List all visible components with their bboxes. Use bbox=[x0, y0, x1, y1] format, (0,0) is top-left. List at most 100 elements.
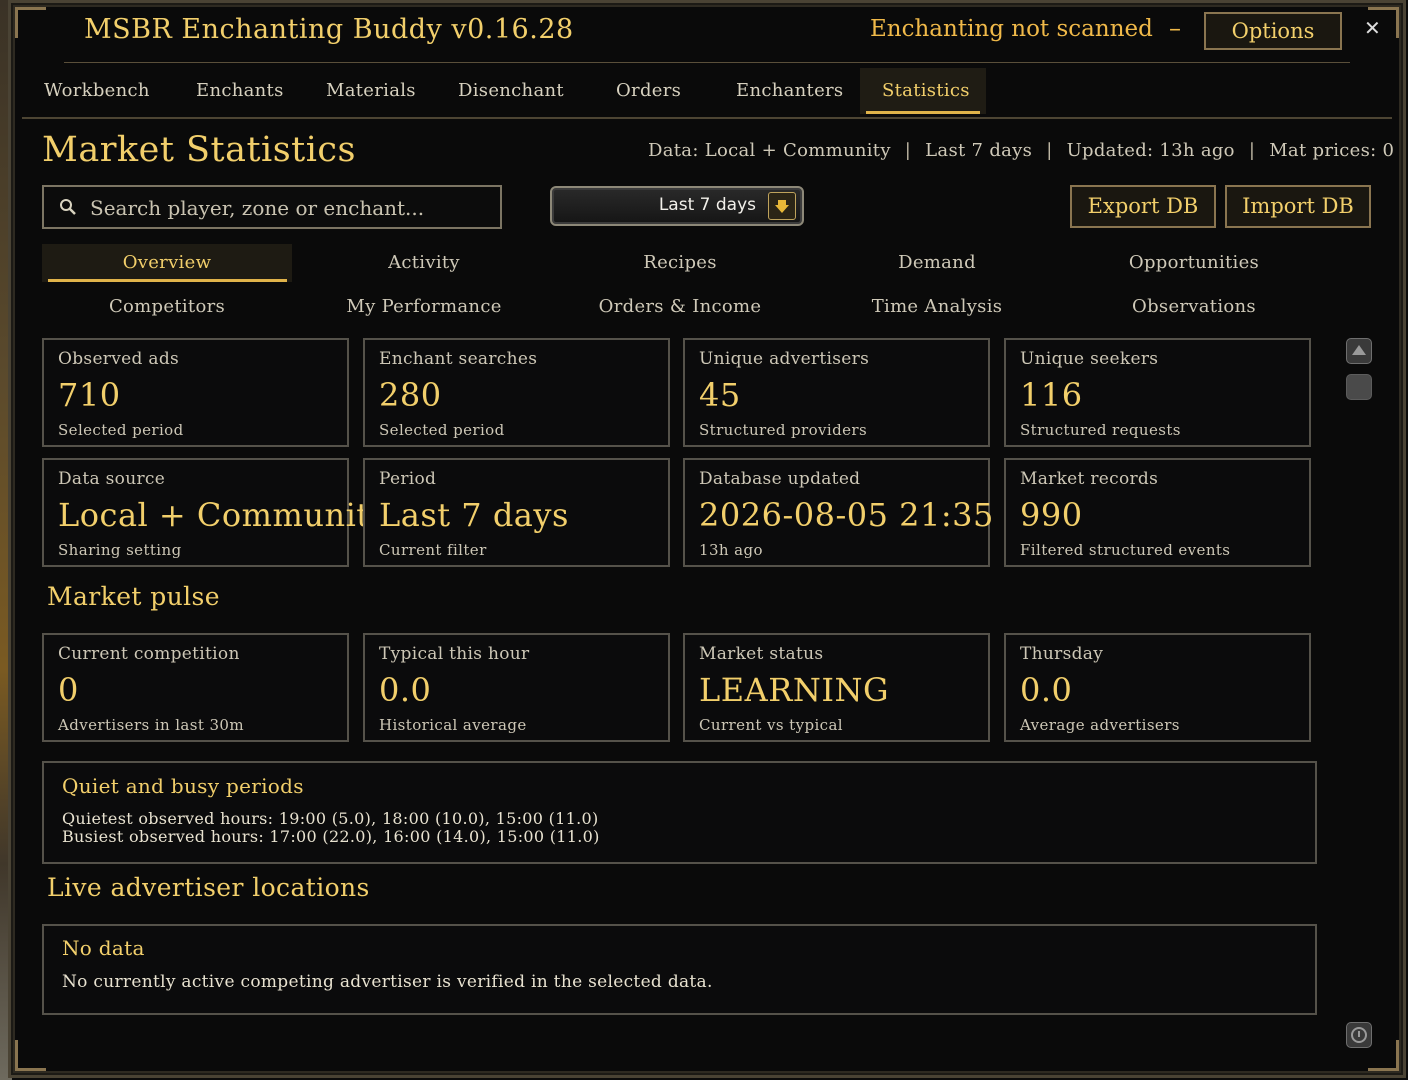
chevron-down-icon[interactable] bbox=[768, 192, 796, 220]
tabs-divider bbox=[22, 117, 1392, 119]
tab-workbench[interactable]: Workbench bbox=[44, 80, 150, 101]
stat-card-unique-seekers: Unique seekers 116 Structured requests bbox=[1004, 338, 1311, 447]
stat-card-sub: Current vs typical bbox=[699, 716, 843, 734]
pulse-card-current-competition: Current competition 0 Advertisers in las… bbox=[42, 633, 349, 742]
subtab-competitors[interactable]: Competitors bbox=[42, 296, 292, 317]
meta-mat-prices: Mat prices: 0 bbox=[1269, 140, 1395, 161]
tab-materials[interactable]: Materials bbox=[326, 80, 416, 101]
stat-card-sub: Historical average bbox=[379, 716, 527, 734]
minimize-button[interactable]: – bbox=[1164, 14, 1186, 42]
stat-card-sub: Selected period bbox=[379, 421, 505, 439]
stat-card-value: 0 bbox=[58, 671, 79, 709]
tab-enchanters[interactable]: Enchanters bbox=[736, 80, 843, 101]
no-data-title: No data bbox=[62, 936, 145, 960]
stat-card-sub: 13h ago bbox=[699, 541, 763, 559]
tab-orders[interactable]: Orders bbox=[616, 80, 681, 101]
quiet-busy-panel: Quiet and busy periods Quietest observed… bbox=[42, 761, 1317, 864]
stat-card-market-records: Market records 990 Filtered structured e… bbox=[1004, 458, 1311, 567]
frame-corner-ornament bbox=[15, 1040, 46, 1071]
main-tab-bar: Workbench Enchants Materials Disenchant … bbox=[22, 68, 1382, 116]
tab-enchants[interactable]: Enchants bbox=[196, 80, 284, 101]
stat-card-value: 990 bbox=[1020, 496, 1083, 534]
scan-status-text: Enchanting not scanned bbox=[870, 16, 1153, 42]
frame-corner-ornament bbox=[1368, 1040, 1399, 1071]
tab-statistics[interactable]: Statistics bbox=[882, 80, 970, 101]
stat-card-sub: Filtered structured events bbox=[1020, 541, 1231, 559]
search-icon bbox=[60, 199, 76, 215]
subtab-time-analysis[interactable]: Time Analysis bbox=[812, 296, 1062, 317]
stat-card-period: Period Last 7 days Current filter bbox=[363, 458, 670, 567]
page-title: Market Statistics bbox=[42, 130, 356, 170]
stat-card-sub: Sharing setting bbox=[58, 541, 182, 559]
scroll-thumb-icon[interactable] bbox=[1346, 374, 1372, 400]
window-title: MSBR Enchanting Buddy v0.16.28 bbox=[84, 14, 574, 45]
market-pulse-heading: Market pulse bbox=[47, 582, 220, 611]
options-button[interactable]: Options bbox=[1204, 12, 1342, 50]
pulse-card-typical-hour: Typical this hour 0.0 Historical average bbox=[363, 633, 670, 742]
stat-card-value: Last 7 days bbox=[379, 496, 569, 534]
meta-updated: Updated: 13h ago bbox=[1066, 140, 1235, 161]
stat-card-sub: Structured providers bbox=[699, 421, 868, 439]
stat-card-label: Typical this hour bbox=[379, 644, 530, 664]
title-divider bbox=[64, 62, 1350, 63]
subtab-my-performance[interactable]: My Performance bbox=[299, 296, 549, 317]
period-dropdown[interactable]: Last 7 days bbox=[550, 186, 804, 226]
subtab-overview[interactable]: Overview bbox=[42, 252, 292, 273]
search-input[interactable] bbox=[88, 193, 492, 223]
close-icon[interactable]: ✕ bbox=[1364, 16, 1381, 40]
data-meta-line: Data: Local + Community | Last 7 days | Upda… bbox=[648, 140, 1394, 161]
stat-card-observed-ads: Observed ads 710 Selected period bbox=[42, 338, 349, 447]
stat-card-value: 45 bbox=[699, 376, 741, 414]
pulse-card-market-status: Market status LEARNING Current vs typica… bbox=[683, 633, 990, 742]
sub-tab-bar: Overview Activity Recipes Demand Opportu… bbox=[42, 242, 1372, 332]
stat-card-enchant-searches: Enchant searches 280 Selected period bbox=[363, 338, 670, 447]
stat-card-value: Local + Community bbox=[58, 496, 389, 534]
subtab-demand[interactable]: Demand bbox=[812, 252, 1062, 273]
stat-card-label: Market status bbox=[699, 644, 824, 664]
meta-separator: | bbox=[1248, 140, 1256, 161]
stat-card-value: 710 bbox=[58, 376, 121, 414]
active-tab-underline bbox=[866, 111, 980, 114]
busiest-hours-text: Busiest observed hours: 17:00 (22.0), 16… bbox=[62, 827, 600, 846]
stat-card-value: 0.0 bbox=[379, 671, 432, 709]
export-db-button[interactable]: Export DB bbox=[1070, 185, 1216, 228]
tab-disenchant[interactable]: Disenchant bbox=[458, 80, 564, 101]
no-data-message: No currently active competing advertiser… bbox=[62, 972, 713, 992]
meta-separator: | bbox=[904, 140, 912, 161]
stat-card-value: 116 bbox=[1020, 376, 1083, 414]
stat-card-label: Thursday bbox=[1020, 644, 1104, 664]
stat-card-label: Market records bbox=[1020, 469, 1159, 489]
pulse-card-weekday: Thursday 0.0 Average advertisers bbox=[1004, 633, 1311, 742]
subtab-opportunities[interactable]: Opportunities bbox=[1069, 252, 1319, 273]
stat-card-label: Period bbox=[379, 469, 437, 489]
stat-card-sub: Advertisers in last 30m bbox=[58, 716, 244, 734]
scroll-up-icon[interactable] bbox=[1346, 338, 1372, 364]
stat-card-label: Unique advertisers bbox=[699, 349, 870, 369]
quiet-busy-title: Quiet and busy periods bbox=[62, 774, 304, 798]
scroll-bottom-icon[interactable] bbox=[1346, 1022, 1372, 1048]
stat-card-label: Database updated bbox=[699, 469, 861, 489]
subtab-orders-income[interactable]: Orders & Income bbox=[555, 296, 805, 317]
meta-range: Last 7 days bbox=[925, 140, 1033, 161]
live-locations-heading: Live advertiser locations bbox=[47, 873, 370, 902]
subtab-activity[interactable]: Activity bbox=[299, 252, 549, 273]
stat-card-unique-advertisers: Unique advertisers 45 Structured provide… bbox=[683, 338, 990, 447]
stat-card-database-updated: Database updated 2026-08-05 21:35 13h ag… bbox=[683, 458, 993, 567]
import-db-button[interactable]: Import DB bbox=[1225, 185, 1371, 228]
stat-card-data-source: Data source Local + Community Sharing se… bbox=[42, 458, 388, 567]
stat-card-sub: Current filter bbox=[379, 541, 487, 559]
search-box[interactable] bbox=[42, 185, 502, 229]
stat-card-sub: Average advertisers bbox=[1020, 716, 1180, 734]
subtab-recipes[interactable]: Recipes bbox=[555, 252, 805, 273]
stat-card-sub: Structured requests bbox=[1020, 421, 1181, 439]
meta-data-source: Data: Local + Community bbox=[648, 140, 891, 161]
stat-card-value: 280 bbox=[379, 376, 442, 414]
meta-separator: | bbox=[1046, 140, 1053, 161]
stat-card-label: Data source bbox=[58, 469, 166, 489]
stat-card-value: 0.0 bbox=[1020, 671, 1073, 709]
stat-card-label: Observed ads bbox=[58, 349, 180, 369]
frame-corner-ornament bbox=[15, 7, 46, 38]
subtab-observations[interactable]: Observations bbox=[1069, 296, 1319, 317]
stat-card-value: LEARNING bbox=[699, 671, 890, 709]
active-subtab-underline bbox=[48, 279, 287, 282]
